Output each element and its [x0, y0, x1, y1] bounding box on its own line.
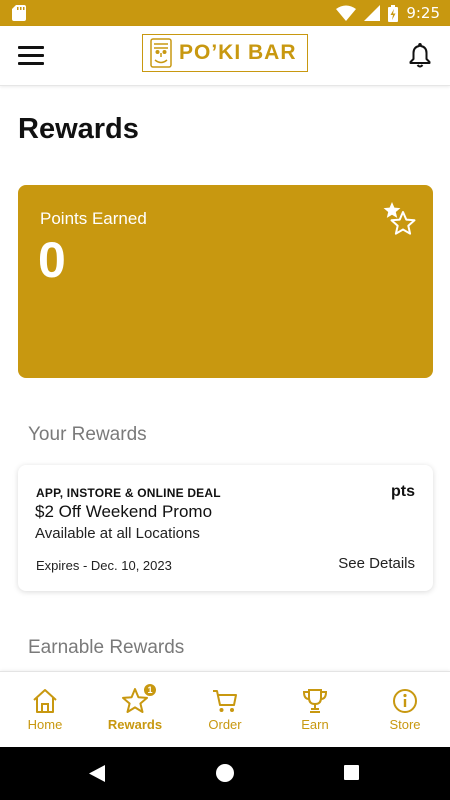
rewards-badge: 1 — [143, 683, 157, 697]
section-title-earnable-rewards: Earnable Rewards — [28, 637, 185, 658]
brand-logo[interactable]: PO’KI BAR — [142, 34, 308, 72]
tiki-mask-icon — [150, 38, 172, 68]
home-button-icon[interactable] — [216, 764, 234, 782]
nav-label-rewards: Rewards — [107, 717, 163, 732]
reward-tag: APP, INSTORE & ONLINE DEAL — [36, 486, 221, 500]
status-time: 9:25 — [406, 4, 440, 22]
nav-order[interactable]: Order — [180, 672, 270, 747]
trophy-icon — [302, 689, 328, 713]
back-icon[interactable] — [89, 765, 105, 782]
stars-icon — [383, 202, 416, 235]
nav-label-store: Store — [389, 717, 421, 732]
nav-rewards[interactable]: 1 Rewards — [90, 672, 180, 747]
status-bar: 9:25 — [0, 0, 450, 26]
reward-card[interactable]: APP, INSTORE & ONLINE DEAL pts $2 Off We… — [18, 465, 433, 591]
points-label: Points Earned — [40, 209, 147, 228]
bell-icon[interactable] — [408, 42, 432, 68]
sd-card-icon — [12, 5, 26, 21]
points-value: 0 — [38, 232, 66, 288]
nav-home[interactable]: Home — [0, 672, 90, 747]
battery-icon — [388, 4, 399, 22]
bottom-nav: Home 1 Rewards Order Earn Store — [0, 671, 450, 747]
page-title: Rewards — [18, 113, 139, 145]
wifi-icon — [336, 5, 357, 21]
info-icon — [393, 689, 417, 713]
see-details-link[interactable]: See Details — [338, 555, 415, 572]
system-nav-bar — [0, 747, 450, 800]
nav-rewards-icon-wrap: 1 — [121, 683, 157, 715]
signal-icon — [364, 5, 381, 21]
section-title-your-rewards: Your Rewards — [28, 424, 147, 445]
points-card: Points Earned 0 — [18, 185, 433, 378]
nav-label-order: Order — [208, 717, 242, 732]
reward-points: pts — [391, 483, 415, 500]
hamburger-menu-icon[interactable] — [18, 46, 44, 66]
app-bar: PO’KI BAR — [0, 26, 450, 86]
reward-subtitle: Available at all Locations — [35, 525, 200, 542]
nav-store[interactable]: Store — [360, 672, 450, 747]
home-icon — [33, 689, 57, 713]
recent-apps-icon[interactable] — [344, 765, 359, 780]
cart-icon — [213, 690, 237, 712]
reward-expiry: Expires - Dec. 10, 2023 — [36, 558, 172, 573]
reward-title: $2 Off Weekend Promo — [35, 502, 213, 521]
logo-text: PO’KI BAR — [179, 41, 297, 64]
nav-label-earn: Earn — [301, 717, 329, 732]
nav-label-home: Home — [27, 717, 63, 732]
nav-earn[interactable]: Earn — [270, 672, 360, 747]
